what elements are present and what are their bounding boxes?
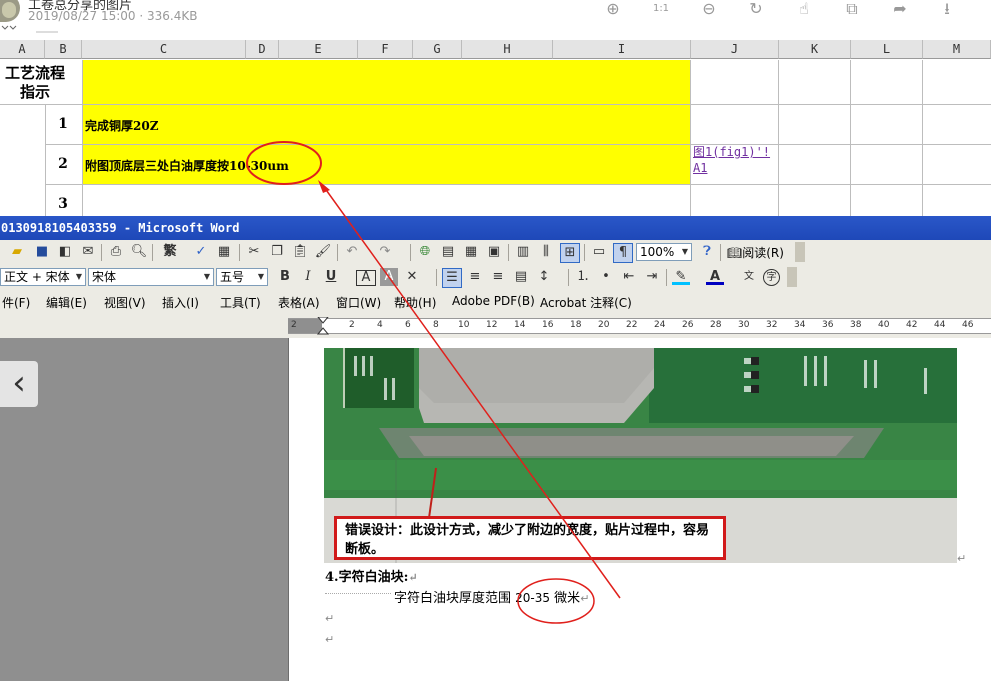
highlight-ellipse-spreadsheet — [246, 141, 322, 185]
annotation-overlay — [246, 141, 621, 624]
annotation-arrow-line — [323, 186, 621, 599]
highlight-ellipse-document — [517, 578, 595, 624]
annotation-arrowhead — [318, 180, 330, 193]
